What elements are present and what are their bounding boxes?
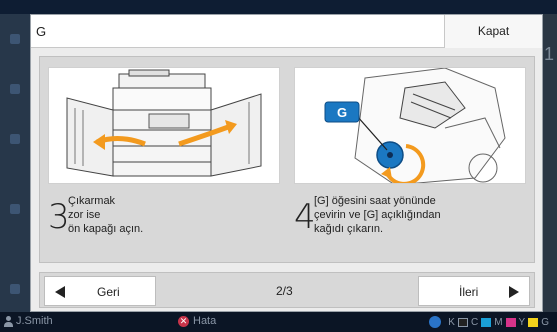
back-button[interactable]: Geri <box>44 276 156 306</box>
background-icon <box>10 84 20 94</box>
step-number: 4 <box>294 197 316 237</box>
page-indicator: 2/3 <box>276 284 293 298</box>
ink-bar-k <box>457 317 468 327</box>
error-label: Hata <box>193 315 217 327</box>
step-description: 3 Çıkarmak zor ise ön kapağı açın. <box>48 192 280 252</box>
close-button[interactable]: Kapat <box>444 15 542 48</box>
ink-label-g: G <box>541 316 549 328</box>
error-icon: ✕ <box>178 315 189 327</box>
refresh-icon <box>429 316 442 328</box>
step-card: G 4 [G] öğesini saat yönünde çevirin ve … <box>294 67 526 252</box>
step-text: Çıkarmak zor ise ön kapağı açın. <box>68 195 144 235</box>
rotate-knob-icon: G <box>324 68 506 183</box>
status-bar: J.Smith ✕ Hata K C M Y G <box>0 312 557 332</box>
g-knob-illustration: G <box>294 67 526 184</box>
ink-bar-m <box>505 317 516 327</box>
ink-label-c: C <box>470 316 479 328</box>
arrow-right-icon <box>509 286 519 298</box>
step-card: 3 Çıkarmak zor ise ön kapağı açın. <box>48 67 280 252</box>
printer-open-covers-icon <box>66 69 262 177</box>
user-indicator: J.Smith <box>4 315 53 327</box>
instruction-panel: 3 Çıkarmak zor ise ön kapağı açın. G 4 [… <box>39 56 535 263</box>
ink-label-y: Y <box>518 316 526 328</box>
ink-bar-c <box>481 317 492 327</box>
arrow-left-icon <box>55 286 65 298</box>
g-label: G <box>337 105 347 120</box>
ink-bar-y <box>528 317 539 327</box>
step-text: [G] öğesini saat yönünde çevirin ve [G] … <box>314 195 441 235</box>
background-left-panel <box>0 14 30 314</box>
back-label: Geri <box>97 285 120 299</box>
background-icon <box>10 204 20 214</box>
background-icon <box>10 284 20 294</box>
user-name: J.Smith <box>16 315 53 327</box>
next-button[interactable]: İleri <box>418 276 530 306</box>
background-icon <box>10 134 20 144</box>
page-navigation: Geri 2/3 İleri <box>39 272 535 308</box>
ink-levels: K C M Y G <box>429 316 549 328</box>
background-number: 1 <box>543 44 554 64</box>
background-top-bar <box>0 0 557 14</box>
printer-front-cover-illustration <box>48 67 280 184</box>
background-icon <box>10 34 20 44</box>
dialog-header: G Kapat <box>31 15 542 48</box>
step-number: 3 <box>48 197 70 237</box>
ink-label-k: K <box>448 316 455 328</box>
user-icon <box>4 315 13 327</box>
dialog-title: G <box>36 24 47 39</box>
next-label: İleri <box>459 285 479 299</box>
ink-label-m: M <box>494 316 503 328</box>
step-description: 4 [G] öğesini saat yönünde çevirin ve [G… <box>294 192 526 252</box>
error-indicator: ✕ Hata <box>178 315 216 327</box>
jam-guide-dialog: G Kapat 3 Çıkarmak zor ise ön kapağı açı… <box>30 14 543 312</box>
